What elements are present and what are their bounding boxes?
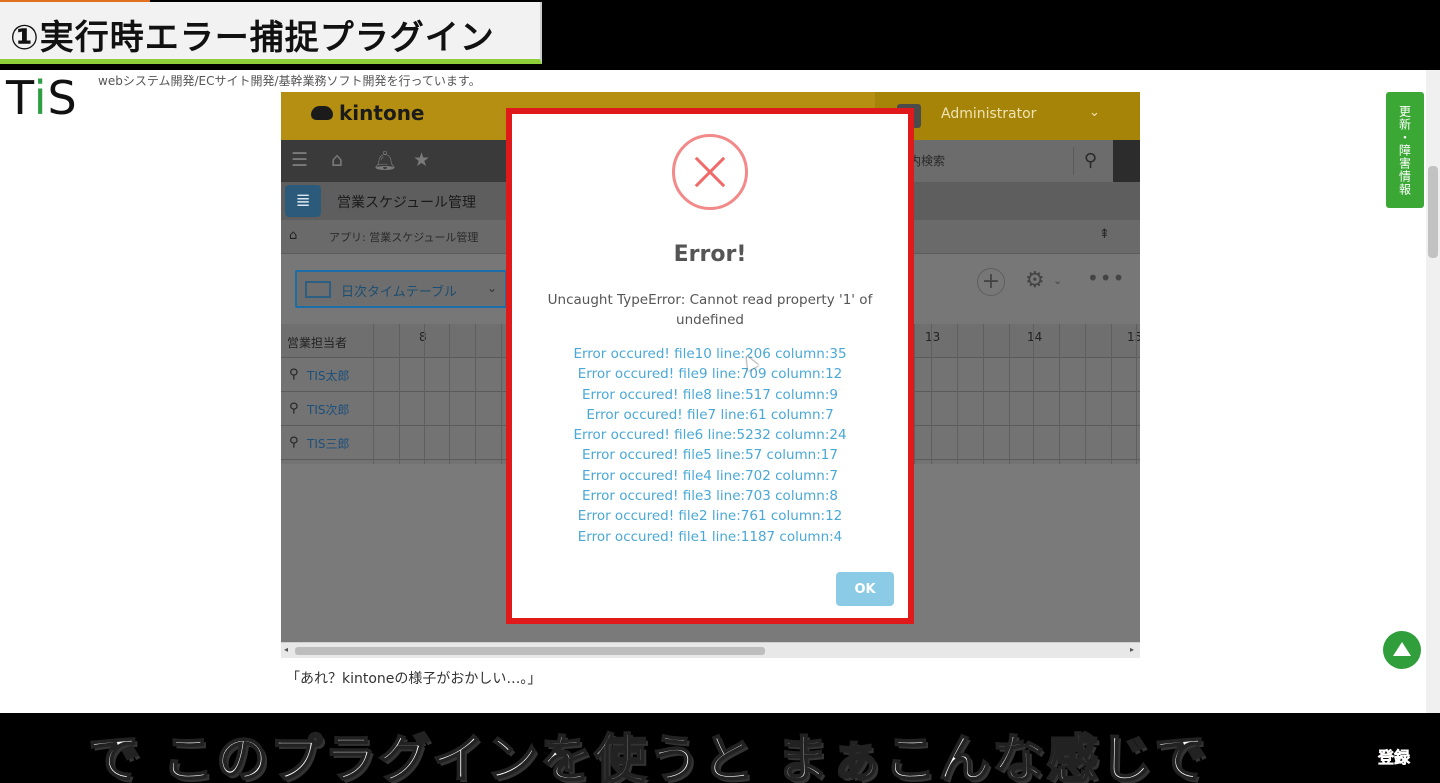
- video-title-box: ①実行時エラー捕捉プラグイン: [0, 2, 542, 64]
- grid-line: [1136, 324, 1137, 464]
- grid-line: [399, 324, 400, 464]
- ok-button[interactable]: OK: [836, 572, 894, 606]
- page-caption: 「あれ？kintoneの様子がおかしい…。」: [286, 671, 542, 687]
- person-link[interactable]: TIS三郎: [307, 435, 350, 452]
- grid-line: [957, 324, 958, 464]
- error-x-icon: [672, 134, 748, 210]
- more-icon[interactable]: •••: [1087, 266, 1125, 290]
- horizontal-scrollbar[interactable]: ◂ ▸: [281, 642, 1140, 658]
- grid-line: [1033, 324, 1034, 464]
- web-page: TiS webシステム開発/ECサイト開発/基幹業務ソフト開発を行っています。 …: [0, 70, 1440, 713]
- grid-line: [373, 324, 374, 464]
- video-subtitle: で このプラグインを使うと まぁこんな感じで: [87, 729, 1209, 783]
- kintone-cloud-icon: [311, 106, 333, 120]
- video-title-bar: ①実行時エラー捕捉プラグイン: [0, 0, 1440, 70]
- app-list-icon[interactable]: ≣: [285, 185, 321, 217]
- grid-line: [983, 324, 984, 464]
- chevron-down-icon: ⌄: [1089, 105, 1100, 120]
- search-box[interactable]: 内検索 ⚲: [901, 140, 1113, 182]
- person-link[interactable]: TIS次郎: [307, 401, 350, 418]
- list-item[interactable]: Error occured! file9 line:709 column:12: [512, 364, 908, 384]
- location-icon: ⚲: [289, 435, 299, 450]
- chevron-down-icon: ⌄: [487, 281, 498, 295]
- location-icon: ⚲: [289, 367, 299, 382]
- grid-line: [931, 324, 932, 464]
- gear-icon[interactable]: ⚙: [1025, 268, 1045, 293]
- list-item[interactable]: Error occured! file7 line:61 column:7: [512, 405, 908, 425]
- home-icon[interactable]: ⌂: [289, 228, 297, 243]
- time-label: 15: [1127, 330, 1140, 344]
- breadcrumb-app[interactable]: アプリ: 営業スケジュール管理: [329, 229, 478, 245]
- grid-line: [1009, 324, 1010, 464]
- grid-line: [475, 324, 476, 464]
- time-label: 8: [419, 330, 427, 344]
- list-item[interactable]: Error occured! file8 line:517 column:9: [512, 385, 908, 405]
- list-item[interactable]: Error occured! file1 line:1187 column:4: [512, 527, 908, 547]
- kintone-logo-text: kintone: [339, 101, 425, 125]
- user-name: Administrator: [941, 106, 1037, 122]
- add-record-button[interactable]: +: [977, 268, 1005, 296]
- home-icon[interactable]: ⌂: [331, 149, 343, 171]
- list-item[interactable]: Error occured! file3 line:703 column:8: [512, 486, 908, 506]
- grid-line: [424, 324, 425, 464]
- grid-line: [1111, 324, 1112, 464]
- scroll-left-icon[interactable]: ◂: [284, 645, 288, 654]
- grid-header-label: 営業担当者: [287, 336, 348, 350]
- subtitle-bar: で このプラグインを使うと まぁこんな感じで: [0, 713, 1440, 783]
- person-link[interactable]: TIS太郎: [307, 367, 350, 384]
- list-item[interactable]: Error occured! file5 line:57 column:17: [512, 445, 908, 465]
- time-label: 13: [925, 330, 941, 344]
- list-item[interactable]: Error occured! file10 line:206 column:35: [512, 344, 908, 364]
- grid-line: [914, 324, 915, 464]
- grid-line: [1085, 324, 1086, 464]
- grid-line: [449, 324, 450, 464]
- menu-icon[interactable]: ☰: [291, 149, 308, 171]
- location-icon: ⚲: [289, 401, 299, 416]
- site-tagline: webシステム開発/ECサイト開発/基幹業務ソフト開発を行っています。: [98, 74, 481, 88]
- update-info-tab[interactable]: 更新・障害情報: [1386, 92, 1424, 208]
- bell-icon[interactable]: 🔔︎: [373, 149, 397, 172]
- star-icon[interactable]: ★: [413, 149, 430, 171]
- tis-logo: TiS: [6, 71, 78, 125]
- table-icon: [305, 281, 331, 298]
- grid-line: [501, 324, 502, 464]
- page-scroll-thumb[interactable]: [1428, 166, 1438, 258]
- error-message: Uncaught TypeError: Cannot read property…: [547, 292, 873, 328]
- pin-icon[interactable]: ⇞: [1099, 227, 1110, 242]
- search-icon[interactable]: ⚲: [1073, 147, 1107, 175]
- chevron-down-icon: ⌄: [1053, 274, 1063, 287]
- video-title: ①実行時エラー捕捉プラグイン: [10, 18, 495, 58]
- error-dialog: Error! Uncaught TypeError: Cannot read p…: [506, 108, 914, 624]
- arrow-up-icon: [1393, 641, 1411, 656]
- scroll-right-icon[interactable]: ▸: [1130, 645, 1134, 654]
- list-item[interactable]: Error occured! file4 line:702 column:7: [512, 466, 908, 486]
- time-label: 14: [1027, 330, 1043, 344]
- back-to-top-button[interactable]: [1383, 631, 1421, 669]
- nav-end: [1113, 140, 1140, 182]
- list-item[interactable]: Error occured! file2 line:761 column:12: [512, 506, 908, 526]
- user-menu[interactable]: Administrator ⌄: [875, 92, 1140, 140]
- view-name: 日次タイムテーブル: [341, 285, 457, 300]
- app-name: 営業スケジュール管理: [337, 195, 477, 211]
- dialog-title: Error!: [673, 242, 747, 267]
- grid-line: [1059, 324, 1060, 464]
- error-list: Error occured! file10 line:206 column:35…: [512, 344, 908, 547]
- kintone-logo[interactable]: kintone: [311, 101, 425, 125]
- scroll-thumb[interactable]: [295, 647, 765, 655]
- view-select[interactable]: 日次タイムテーブル ⌄: [295, 270, 507, 308]
- list-item[interactable]: Error occured! file6 line:5232 column:24: [512, 425, 908, 445]
- subscribe-button[interactable]: 登録: [1378, 744, 1411, 768]
- search-input[interactable]: 内検索: [909, 152, 945, 169]
